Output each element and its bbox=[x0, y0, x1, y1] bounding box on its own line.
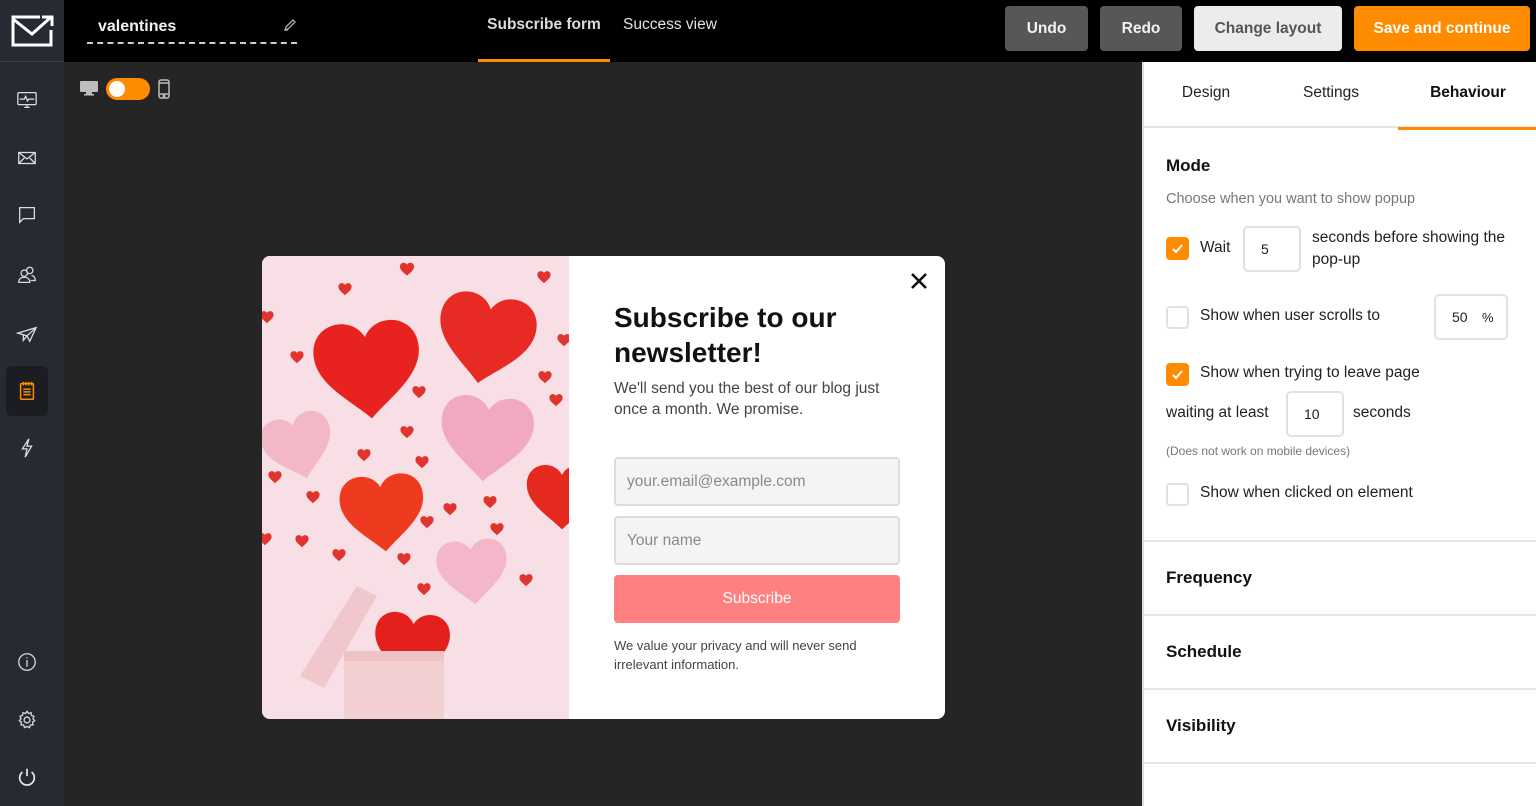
sidebar bbox=[0, 0, 64, 806]
leave-checkbox[interactable] bbox=[1166, 363, 1189, 386]
check-icon bbox=[1172, 370, 1183, 380]
undo-button[interactable]: Undo bbox=[1005, 6, 1088, 51]
leave-prefix: waiting at least bbox=[1166, 404, 1269, 421]
tab-success-view-label: Success view bbox=[623, 16, 717, 33]
leave-seconds-input[interactable] bbox=[1286, 391, 1344, 437]
sidebar-item-settings[interactable] bbox=[6, 695, 48, 745]
scroll-checkbox[interactable] bbox=[1166, 306, 1189, 329]
tab-subscribe-form[interactable]: Subscribe form bbox=[478, 0, 610, 62]
monitor-pulse-icon bbox=[17, 92, 37, 108]
leave-note: (Does not work on mobile devices) bbox=[1166, 444, 1351, 458]
section-schedule[interactable]: Schedule bbox=[1144, 616, 1536, 688]
divider bbox=[1144, 762, 1536, 764]
paper-plane-icon bbox=[16, 326, 38, 343]
preview-canvas: Subscribe to our newsletter! We'll send … bbox=[64, 62, 1142, 806]
tab-settings-label: Settings bbox=[1302, 84, 1359, 101]
popup-preview[interactable]: Subscribe to our newsletter! We'll send … bbox=[262, 256, 945, 719]
wait-seconds-input[interactable] bbox=[1243, 226, 1301, 272]
visibility-heading: Visibility bbox=[1166, 716, 1236, 735]
sidebar-item-forms[interactable] bbox=[6, 366, 48, 416]
leave-suffix: seconds bbox=[1353, 404, 1411, 421]
redo-button[interactable]: Redo bbox=[1100, 6, 1182, 51]
sidebar-item-logout[interactable] bbox=[6, 752, 48, 802]
settings-panel: Design Settings Behaviour Mode Choose wh… bbox=[1142, 62, 1536, 806]
click-checkbox[interactable] bbox=[1166, 483, 1189, 506]
panel-tabs: Design Settings Behaviour bbox=[1144, 62, 1536, 130]
mode-description: Choose when you want to show popup bbox=[1166, 191, 1416, 207]
chat-bubble-icon bbox=[19, 207, 35, 224]
hearts-illustration bbox=[262, 256, 569, 719]
sidebar-item-dashboard[interactable] bbox=[6, 75, 48, 125]
tab-success-view[interactable]: Success view bbox=[614, 0, 726, 62]
info-icon bbox=[18, 653, 36, 671]
tab-design[interactable]: Design bbox=[1144, 62, 1268, 128]
wait-suffix: seconds before showing the pop-up bbox=[1312, 229, 1506, 268]
subscribe-button[interactable]: Subscribe bbox=[614, 575, 900, 623]
close-icon[interactable] bbox=[910, 272, 928, 290]
top-bar: valentines Subscribe form Success view U… bbox=[64, 0, 1536, 62]
sidebar-item-integrations[interactable] bbox=[6, 423, 48, 473]
envelope-icon bbox=[18, 151, 36, 165]
desktop-icon[interactable] bbox=[80, 81, 98, 97]
scroll-label: Show when user scrolls to bbox=[1200, 307, 1381, 324]
wait-label: Wait bbox=[1200, 239, 1231, 256]
lightning-icon bbox=[21, 438, 33, 458]
wait-checkbox[interactable] bbox=[1166, 237, 1189, 260]
name-input[interactable] bbox=[614, 516, 900, 565]
sidebar-item-campaigns[interactable] bbox=[6, 133, 48, 183]
gear-icon bbox=[18, 710, 36, 729]
change-layout-button[interactable]: Change layout bbox=[1194, 6, 1342, 51]
click-label: Show when clicked on element bbox=[1200, 484, 1413, 501]
tab-settings[interactable]: Settings bbox=[1268, 62, 1394, 128]
tab-behaviour[interactable]: Behaviour bbox=[1398, 62, 1536, 130]
mode-heading: Mode bbox=[1166, 156, 1211, 175]
logo-envelope-arrow-icon bbox=[11, 15, 54, 46]
schedule-heading: Schedule bbox=[1166, 642, 1242, 661]
popup-title: Subscribe to our newsletter! bbox=[614, 302, 837, 368]
section-visibility[interactable]: Visibility bbox=[1144, 690, 1536, 762]
notepad-icon bbox=[19, 381, 35, 400]
scroll-percent-input[interactable] bbox=[1434, 294, 1508, 340]
section-frequency[interactable]: Frequency bbox=[1144, 542, 1536, 614]
valentine-hearts-image bbox=[262, 256, 569, 719]
sidebar-item-automation[interactable] bbox=[6, 309, 48, 359]
toggle-knob bbox=[109, 81, 125, 97]
popup-subtitle: We'll send you the best of our blog just… bbox=[614, 380, 880, 418]
pencil-icon[interactable] bbox=[283, 18, 297, 32]
email-input[interactable] bbox=[614, 457, 900, 506]
mobile-icon[interactable] bbox=[158, 79, 170, 99]
device-switch bbox=[80, 78, 170, 100]
leave-label: Show when trying to leave page bbox=[1200, 364, 1420, 381]
sidebar-item-messages[interactable] bbox=[6, 190, 48, 240]
power-icon bbox=[18, 768, 36, 786]
privacy-note: We value your privacy and will never sen… bbox=[614, 638, 857, 672]
tab-design-label: Design bbox=[1181, 84, 1231, 101]
form-name-text[interactable]: valentines bbox=[98, 18, 176, 36]
device-toggle[interactable] bbox=[106, 78, 150, 100]
check-icon bbox=[1172, 244, 1183, 254]
form-name-field[interactable]: valentines bbox=[87, 12, 297, 44]
users-icon bbox=[18, 266, 36, 283]
tab-behaviour-label: Behaviour bbox=[1430, 84, 1506, 101]
sidebar-item-subscribers[interactable] bbox=[6, 250, 48, 300]
scroll-unit: % bbox=[1482, 310, 1494, 325]
tab-subscribe-form-label: Subscribe form bbox=[487, 16, 601, 33]
frequency-heading: Frequency bbox=[1166, 568, 1252, 587]
sidebar-item-info[interactable] bbox=[6, 637, 48, 687]
save-and-continue-button[interactable]: Save and continue bbox=[1354, 6, 1530, 51]
logo[interactable] bbox=[0, 0, 64, 62]
